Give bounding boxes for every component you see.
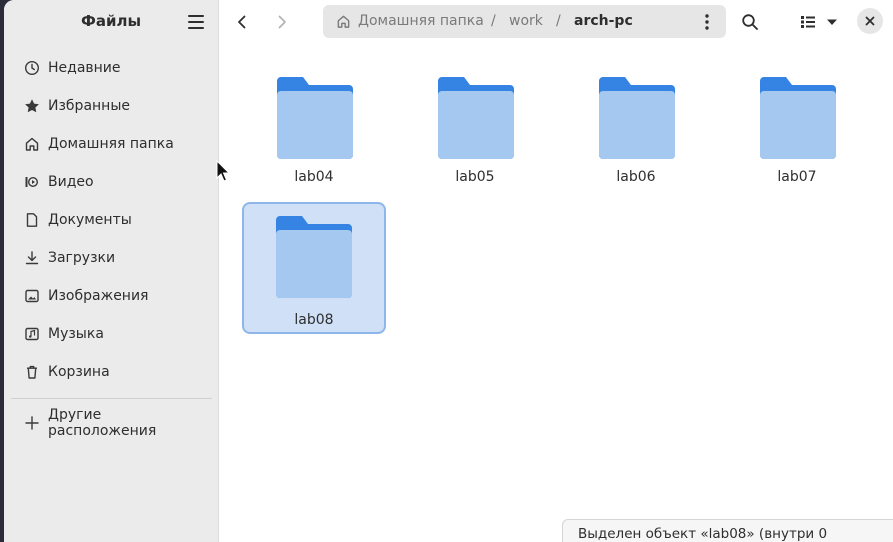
folder-icon	[599, 77, 675, 159]
sidebar-item-starred[interactable]: Избранные	[10, 90, 212, 122]
home-icon	[336, 14, 351, 33]
status-bar: Выделен объект «lab08» (внутри 0 объекто…	[562, 519, 893, 542]
clock-icon	[24, 60, 40, 76]
sidebar-item-music[interactable]: Музыка	[10, 318, 212, 350]
breadcrumb-separator: /	[491, 13, 496, 29]
list-view-icon	[801, 16, 815, 28]
folder-item[interactable]: lab05	[405, 66, 545, 196]
sidebar-item-documents[interactable]: Документы	[10, 204, 212, 236]
download-icon	[24, 250, 40, 266]
plus-icon	[24, 415, 40, 431]
breadcrumb-work[interactable]: work	[509, 13, 543, 29]
breadcrumb-home[interactable]: Домашняя папка	[358, 13, 484, 29]
more-vertical-icon[interactable]	[703, 13, 711, 35]
breadcrumb-current[interactable]: arch-pc	[574, 13, 633, 29]
folder-icon	[438, 77, 514, 159]
music-icon	[24, 326, 40, 342]
sidebar-item-label: Другие расположения	[48, 407, 157, 439]
folder-name: lab04	[294, 169, 334, 185]
sidebar-item-pictures[interactable]: Изображения	[10, 280, 212, 312]
close-button[interactable]	[857, 8, 883, 34]
sidebar-item-label: Корзина	[48, 364, 110, 380]
folder-name: lab07	[777, 169, 817, 185]
sidebar-item-videos[interactable]: Видео	[10, 166, 212, 198]
sidebar: Файлы Недавние Избранные Домашняя папка	[4, 0, 219, 542]
home-icon	[24, 136, 40, 152]
mouse-pointer-icon	[216, 160, 230, 182]
folder-icon	[277, 77, 353, 159]
sidebar-header: Файлы	[4, 0, 218, 44]
sidebar-item-home[interactable]: Домашняя папка	[10, 128, 212, 160]
back-button[interactable]	[228, 8, 256, 36]
sidebar-item-label: Изображения	[48, 288, 149, 304]
close-icon	[865, 16, 875, 26]
sidebar-item-label: Домашняя папка	[48, 136, 174, 152]
sidebar-divider	[11, 398, 212, 399]
folder-icon	[276, 216, 352, 298]
view-options-dropdown[interactable]	[822, 8, 842, 36]
folder-item[interactable]: lab04	[244, 66, 384, 196]
trash-icon	[24, 364, 40, 380]
video-icon	[24, 174, 40, 190]
chevron-right-icon	[278, 15, 286, 29]
sidebar-item-label: Недавние	[48, 60, 121, 76]
chevron-left-icon	[238, 15, 246, 29]
hamburger-menu-icon[interactable]	[188, 15, 204, 29]
sidebar-item-label: Избранные	[48, 98, 130, 114]
folder-item-selected[interactable]: lab08	[242, 202, 386, 334]
search-icon	[742, 14, 758, 30]
sidebar-item-trash[interactable]: Корзина	[10, 356, 212, 388]
search-button[interactable]	[736, 8, 764, 36]
sidebar-item-other-locations[interactable]: Другие расположения	[10, 407, 212, 439]
breadcrumb-separator: /	[556, 13, 561, 29]
folder-item[interactable]: lab06	[566, 66, 706, 196]
folder-item[interactable]: lab07	[727, 66, 867, 196]
folder-icon	[760, 77, 836, 159]
sidebar-item-label: Видео	[48, 174, 94, 190]
chevron-down-icon	[827, 19, 837, 25]
path-bar[interactable]: Домашняя папка / work / arch-pc	[323, 5, 726, 38]
forward-button[interactable]	[268, 8, 296, 36]
sidebar-item-recent[interactable]: Недавние	[10, 52, 212, 84]
app-title: Файлы	[80, 12, 142, 30]
folder-name: lab08	[294, 312, 334, 328]
document-icon	[24, 212, 40, 228]
folder-name: lab05	[455, 169, 495, 185]
sidebar-item-downloads[interactable]: Загрузки	[10, 242, 212, 274]
sidebar-item-label: Музыка	[48, 326, 104, 342]
sidebar-item-label: Загрузки	[48, 250, 116, 266]
view-list-button[interactable]	[794, 8, 822, 36]
file-manager-window: Файлы Недавние Избранные Домашняя папка	[4, 0, 893, 542]
sidebar-item-label: Документы	[48, 212, 132, 228]
star-icon	[24, 98, 40, 114]
image-icon	[24, 288, 40, 304]
folder-name: lab06	[616, 169, 656, 185]
